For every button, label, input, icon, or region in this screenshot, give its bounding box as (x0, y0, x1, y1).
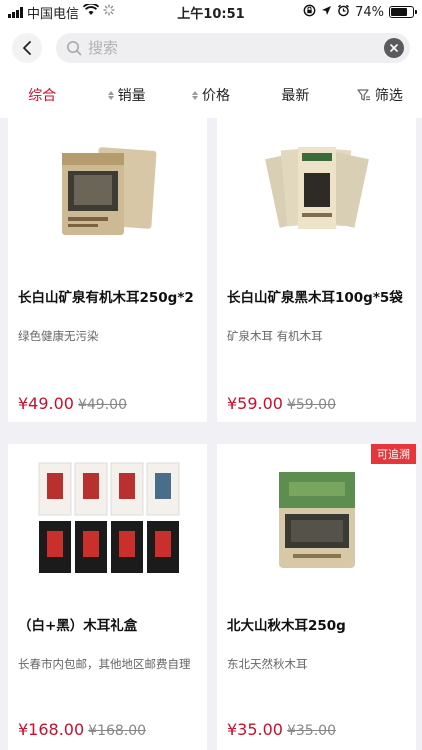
battery-icon (389, 6, 417, 18)
tab-label: 最新 (281, 88, 310, 104)
chevron-left-icon (23, 41, 31, 55)
carrier-name: 中国电信 (27, 6, 80, 22)
status-left: 中国电信 (8, 2, 115, 22)
product-price: ¥59.00 (227, 394, 283, 413)
rotation-lock-icon (303, 4, 316, 21)
product-price-row: ¥168.00 ¥168.00 (18, 720, 146, 739)
product-description: 东北天然秋木耳 (227, 657, 308, 671)
location-icon (321, 5, 332, 20)
product-original-price: ¥59.00 (286, 397, 336, 413)
product-original-price: ¥49.00 (77, 397, 127, 413)
tab-label: 筛选 (374, 88, 403, 104)
product-price: ¥35.00 (227, 720, 283, 739)
product-original-price: ¥35.00 (286, 723, 336, 739)
tab-newest[interactable]: 最新 (253, 85, 337, 105)
status-right: 74% (303, 4, 417, 21)
product-card[interactable]: （白+黑）木耳礼盒 长春市内包邮，其他地区邮费自理 ¥168.00 ¥168.00 (8, 444, 207, 750)
product-price-row: ¥59.00 ¥59.00 (227, 394, 336, 413)
product-name: 长白山矿泉有机木耳250g*2 (18, 290, 194, 306)
product-card[interactable]: 可追溯 北大山秋木耳250g 东北天然秋木耳 ¥35.00 ¥35.00 (217, 444, 416, 750)
signal-icon (8, 6, 23, 18)
product-image (217, 118, 416, 268)
tab-sales[interactable]: 销量 (84, 85, 168, 105)
product-original-price: ¥168.00 (88, 723, 147, 739)
product-card[interactable]: 长白山矿泉黑木耳100g*5袋 矿泉木耳 有机木耳 ¥59.00 ¥59.00 (217, 118, 416, 422)
back-button[interactable] (12, 33, 42, 63)
tab-price[interactable]: 价格 (169, 85, 253, 105)
product-grid: 长白山矿泉有机木耳250g*2 绿色健康无污染 ¥49.00 ¥49.00 长白山… (0, 118, 422, 750)
search-box[interactable] (56, 33, 410, 63)
product-name: （白+黑）木耳礼盒 (18, 618, 138, 634)
loading-icon (103, 4, 115, 20)
wifi-icon (82, 2, 100, 20)
product-price-row: ¥49.00 ¥49.00 (18, 394, 127, 413)
battery-percent: 74% (355, 4, 384, 20)
product-price: ¥168.00 (18, 720, 85, 739)
sort-arrows-icon (107, 90, 114, 100)
close-icon (390, 44, 398, 52)
alarm-icon (337, 4, 350, 21)
product-image (8, 444, 207, 594)
product-description: 长春市内包邮，其他地区邮费自理 (18, 657, 191, 671)
product-name: 北大山秋木耳250g (227, 618, 346, 634)
tab-label: 综合 (28, 88, 57, 104)
tab-label: 价格 (202, 88, 231, 104)
tab-filter[interactable]: 筛选 (338, 85, 422, 105)
product-name: 长白山矿泉黑木耳100g*5袋 (227, 290, 403, 306)
tab-label: 销量 (117, 88, 146, 104)
product-description: 绿色健康无污染 (18, 329, 99, 343)
product-price: ¥49.00 (18, 394, 74, 413)
filter-icon (357, 89, 370, 101)
clear-search-button[interactable] (384, 38, 404, 58)
search-header (0, 24, 422, 72)
product-image (217, 444, 416, 594)
product-description: 矿泉木耳 有机木耳 (227, 329, 323, 343)
product-image (8, 118, 207, 268)
sort-tabs: 综合 销量 价格 最新 筛选 (0, 72, 422, 118)
search-icon (67, 41, 82, 56)
product-card[interactable]: 长白山矿泉有机木耳250g*2 绿色健康无污染 ¥49.00 ¥49.00 (8, 118, 207, 422)
status-bar: 中国电信 上午10:51 74% (0, 0, 422, 24)
search-input[interactable] (88, 39, 378, 57)
tab-comprehensive[interactable]: 综合 (0, 85, 84, 105)
product-price-row: ¥35.00 ¥35.00 (227, 720, 336, 739)
sort-arrows-icon (192, 90, 199, 100)
